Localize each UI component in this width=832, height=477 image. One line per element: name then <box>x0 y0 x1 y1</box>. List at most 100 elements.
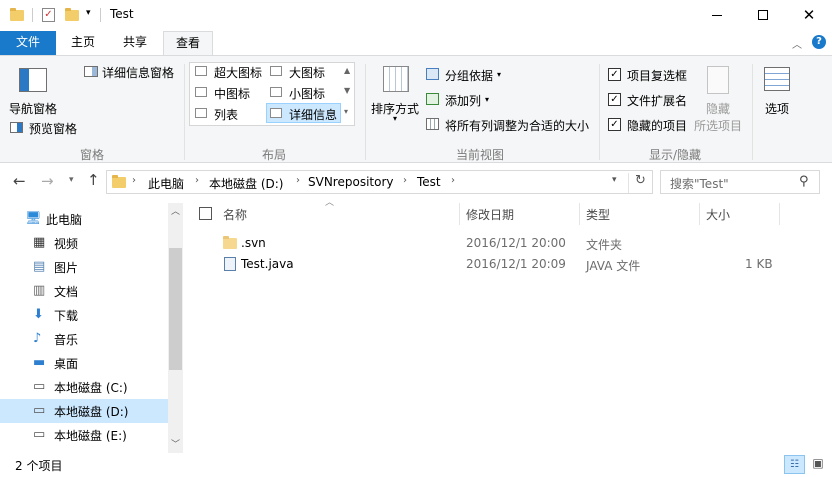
column-divider[interactable] <box>579 203 580 225</box>
table-row[interactable]: Test.java 2016/12/1 20:09 JAVA 文件 1 KB <box>190 254 790 275</box>
size-columns-button[interactable]: 将所有列调整为合适的大小 <box>445 117 589 134</box>
column-header-modified[interactable]: 修改日期 <box>466 206 514 223</box>
column-header-type[interactable]: 类型 <box>586 206 610 223</box>
file-size: 1 KB <box>745 257 773 271</box>
back-icon[interactable]: ← <box>13 172 26 190</box>
add-columns-button[interactable]: 添加列 <box>445 92 481 109</box>
group-label-show-hide: 显示/隐藏 <box>648 148 702 162</box>
download-icon: ⬇ <box>33 307 44 322</box>
pictures-icon: ▤ <box>33 259 46 274</box>
file-type: 文件夹 <box>586 238 623 252</box>
column-divider[interactable] <box>459 203 460 225</box>
sidebar-item[interactable]: ▥ 文档 <box>0 279 168 303</box>
s-icons-icon <box>270 87 282 97</box>
scroll-down-icon[interactable]: ﹀ <box>171 437 180 450</box>
scroll-thumb[interactable] <box>169 248 182 370</box>
extensions-checkbox[interactable]: ✓ <box>608 93 621 106</box>
hide-selected-button[interactable]: 隐藏 <box>706 100 730 117</box>
column-divider[interactable] <box>779 203 780 225</box>
details-pane-button[interactable]: 详细信息窗格 <box>102 64 174 81</box>
layout-s-icons[interactable]: 小图标 <box>289 85 325 102</box>
breadcrumb-svnrepository[interactable]: SVNrepository <box>308 175 393 189</box>
collapse-ribbon-icon[interactable]: ︿ <box>792 36 802 51</box>
column-header-size[interactable]: 大小 <box>706 206 730 223</box>
hidden-items-label[interactable]: 隐藏的项目 <box>627 117 687 134</box>
group-by-button[interactable]: 分组依据 <box>445 67 493 84</box>
layout-list[interactable]: 列表 <box>214 106 238 123</box>
breadcrumb-test[interactable]: Test <box>417 175 441 189</box>
options-button[interactable]: 选项 <box>765 100 789 117</box>
drive-icon: ▭ <box>33 403 46 418</box>
close-button[interactable]: ✕ <box>786 0 832 30</box>
help-icon[interactable]: ? <box>812 35 826 49</box>
tab-view[interactable]: 查看 <box>163 31 213 56</box>
nav-scrollbar[interactable]: ︿ ﹀ <box>168 203 183 453</box>
sidebar-item-label: 音乐 <box>54 333 79 347</box>
preview-pane-button[interactable]: 预览窗格 <box>29 120 77 137</box>
tab-share[interactable]: 共享 <box>112 31 158 55</box>
minimize-button[interactable] <box>694 0 740 30</box>
details-view-toggle[interactable]: ☷ <box>784 455 805 474</box>
list-icon <box>195 108 207 118</box>
tab-home[interactable]: 主页 <box>60 31 106 55</box>
table-row[interactable]: .svn 2016/12/1 20:00 文件夹 <box>190 233 790 254</box>
gallery-scroll-up-icon[interactable]: ▲ <box>344 66 350 75</box>
scroll-up-icon[interactable]: ︿ <box>171 204 180 217</box>
nav-pane-button[interactable]: 导航窗格 <box>9 100 57 117</box>
properties-icon[interactable]: ✓ <box>42 8 55 22</box>
item-checkboxes-checkbox[interactable]: ✓ <box>608 68 621 81</box>
sidebar-item[interactable]: ▤ 图片 <box>0 255 168 279</box>
layout-details[interactable]: 详细信息 <box>289 106 337 123</box>
gallery-scroll-down-icon[interactable]: ▼ <box>344 86 350 95</box>
search-input[interactable]: 搜索"Test" ⚲ <box>660 170 820 194</box>
sidebar-item[interactable]: ▭ 本地磁盘 (D:) <box>0 399 168 423</box>
sidebar-item[interactable]: ▬ 桌面 <box>0 351 168 375</box>
file-name: Test.java <box>241 257 294 271</box>
new-folder-icon[interactable] <box>65 8 79 21</box>
divider <box>599 64 600 160</box>
breadcrumb-separator-icon: › <box>296 175 300 186</box>
hidden-items-checkbox[interactable]: ✓ <box>608 118 621 131</box>
sidebar-item[interactable]: ▭ 本地磁盘 (E:) <box>0 423 168 447</box>
breadcrumb-drive-d[interactable]: 本地磁盘 (D:) <box>209 175 283 192</box>
search-icon[interactable]: ⚲ <box>799 174 809 189</box>
file-name: .svn <box>241 236 266 250</box>
column-divider[interactable] <box>699 203 700 225</box>
folder-icon <box>112 175 126 188</box>
forward-icon[interactable]: → <box>41 172 54 190</box>
chevron-down-icon[interactable]: ▾ <box>86 8 91 18</box>
xl-icons-icon <box>195 66 207 76</box>
recent-chevron-icon[interactable]: ▾ <box>69 175 74 185</box>
sidebar-item[interactable]: ▭ 本地磁盘 (C:) <box>0 375 168 399</box>
details-pane-icon[interactable] <box>84 66 98 77</box>
select-all-checkbox[interactable] <box>199 207 212 220</box>
sidebar-item[interactable]: ♪ 音乐 <box>0 327 168 351</box>
breadcrumb-this-pc[interactable]: 此电脑 <box>148 175 184 192</box>
sort-indicator-icon: ︿ <box>325 198 335 208</box>
layout-l-icons[interactable]: 大图标 <box>289 64 325 81</box>
item-checkboxes-label[interactable]: 项目复选框 <box>627 67 687 84</box>
large-icons-view-toggle[interactable]: ▣ <box>808 455 828 474</box>
nav-pane-icon[interactable] <box>19 68 47 92</box>
up-icon[interactable]: ↑ <box>87 171 100 189</box>
layout-xl-icons[interactable]: 超大图标 <box>214 64 262 81</box>
file-modified: 2016/12/1 20:00 <box>466 236 566 250</box>
column-header-name[interactable]: 名称 <box>223 206 247 223</box>
address-dropdown-icon[interactable]: ▾ <box>612 175 617 185</box>
extensions-label[interactable]: 文件扩展名 <box>627 92 687 109</box>
sidebar-item[interactable]: ⬇ 下载 <box>0 303 168 327</box>
divider <box>752 64 753 160</box>
sort-icon <box>383 66 409 92</box>
gallery-expand-icon[interactable]: ▾ <box>344 107 348 116</box>
refresh-icon[interactable]: ↻ <box>628 173 652 193</box>
tab-file[interactable]: 文件 <box>0 31 56 55</box>
sidebar-item[interactable]: ▦ 视频 <box>0 231 168 255</box>
hide-selected-button-line2[interactable]: 所选项目 <box>694 117 742 134</box>
layout-m-icons[interactable]: 中图标 <box>214 85 250 102</box>
sidebar-item-label: 此电脑 <box>46 213 83 227</box>
preview-pane-icon[interactable] <box>10 122 23 133</box>
title-bar: ✓ ▾ Test ✕ <box>0 0 832 31</box>
maximize-button[interactable] <box>740 0 786 30</box>
sidebar-item-label: 本地磁盘 (D:) <box>54 405 129 419</box>
sidebar-item[interactable]: 🖥 此电脑 <box>0 207 168 231</box>
